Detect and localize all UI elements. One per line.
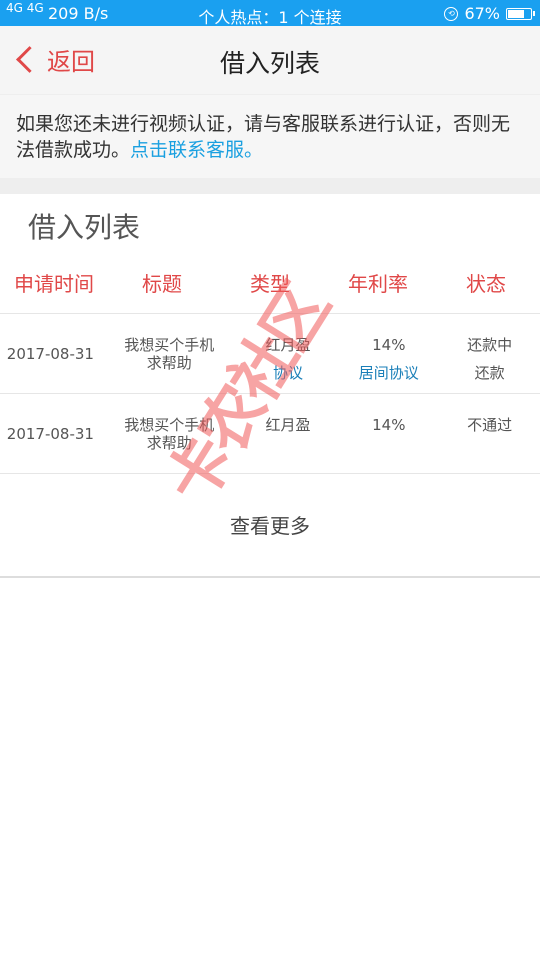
table-row[interactable]: 2017-08-31 我想买个手机求帮助 红月盈 协议 14% 居间协议 还款中… — [0, 314, 540, 394]
status-bar: 4G 4G 209 B/s 个人热点：1 个连接 ⟲ 67% — [0, 0, 540, 27]
row-title: 我想买个手机求帮助 — [124, 336, 215, 372]
header-rate: 年利率 — [348, 272, 408, 296]
header-status: 状态 — [466, 272, 506, 296]
table-row[interactable]: 2017-08-31 我想买个手机求帮助 红月盈 14% 不通过 — [0, 394, 540, 474]
table-header: 申请时间 标题 类型 年利率 状态 — [0, 266, 540, 302]
rotation-lock-icon: ⟲ — [444, 6, 459, 21]
notice-paragraph: 如果您还未进行视频认证，请与客服联系进行认证，否则无法借款成功。点击联系客服。 — [16, 111, 528, 163]
row-type-label: 红月盈 — [265, 416, 311, 434]
row-rate: 14% 居间协议 — [338, 314, 439, 393]
row-rate: 14% — [338, 394, 439, 473]
header-apply-time: 申请时间 — [14, 272, 94, 296]
section-divider — [0, 178, 540, 194]
battery-icon — [506, 7, 535, 20]
repay-button[interactable]: 还款 — [439, 359, 540, 387]
row-type-label: 红月盈 — [265, 336, 311, 354]
row-status-label: 还款中 — [467, 336, 513, 354]
row-status: 还款中 还款 — [439, 314, 540, 393]
section-title: 借入列表 — [28, 211, 141, 244]
row-title: 我想买个手机求帮助 — [124, 416, 215, 452]
nav-bar: 返回 借入列表 — [0, 26, 540, 94]
intermediary-agreement-link[interactable]: 居间协议 — [338, 359, 439, 387]
contact-service-link[interactable]: 点击联系客服。 — [130, 139, 263, 161]
row-rate-value: 14% — [372, 416, 406, 434]
verification-notice: 如果您还未进行视频认证，请与客服联系进行认证，否则无法借款成功。点击联系客服。 — [0, 94, 540, 179]
row-status: 不通过 — [439, 394, 540, 473]
header-title: 标题 — [142, 272, 182, 296]
battery-fill — [508, 9, 525, 18]
header-type: 类型 — [250, 272, 290, 296]
row-type: 红月盈 — [238, 394, 339, 473]
status-right: ⟲ 67% — [444, 4, 535, 23]
view-more-button[interactable]: 查看更多 — [0, 474, 540, 578]
battery-percent: 67% — [464, 4, 500, 23]
row-date: 2017-08-31 — [6, 425, 94, 443]
row-date: 2017-08-31 — [6, 345, 94, 363]
row-status-label: 不通过 — [467, 416, 513, 434]
row-rate-value: 14% — [372, 336, 406, 354]
page-title: 借入列表 — [219, 49, 320, 78]
agreement-link[interactable]: 协议 — [238, 359, 339, 387]
row-type: 红月盈 协议 — [238, 314, 339, 393]
